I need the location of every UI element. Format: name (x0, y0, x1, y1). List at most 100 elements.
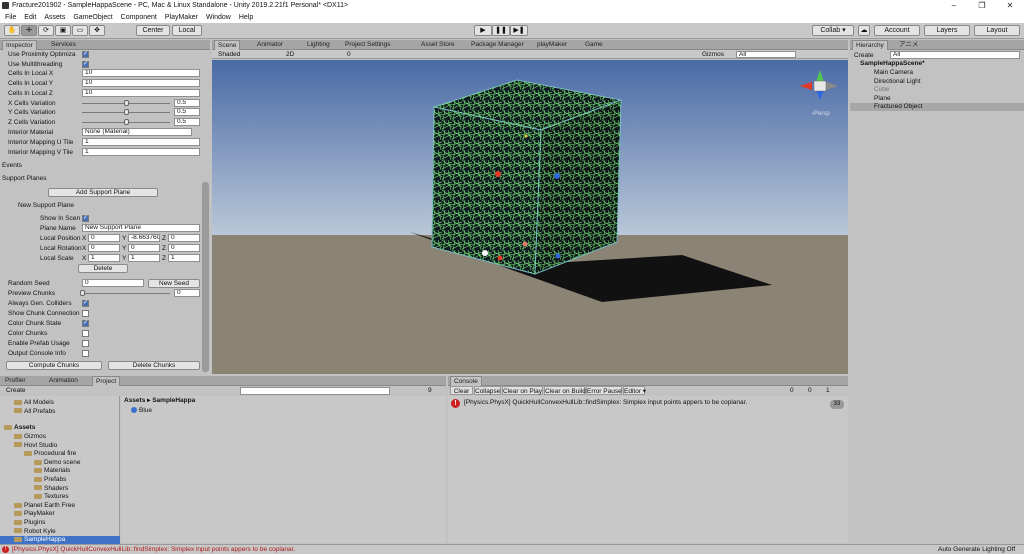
console-error-count[interactable]: 1 (826, 386, 830, 395)
tab-lighting[interactable]: Lighting (304, 40, 333, 50)
folder-item[interactable]: Materials (0, 467, 120, 475)
scene-search-input[interactable]: All (736, 51, 796, 58)
console-error-pause-button[interactable]: Error Pause (586, 386, 622, 395)
tab-scene[interactable]: Scene (214, 40, 241, 50)
local-scale-z-field[interactable]: 1 (168, 254, 200, 262)
layout-dropdown[interactable]: Layout (974, 25, 1020, 36)
tab-console[interactable]: Console (450, 376, 482, 386)
folder-item[interactable]: Procedural fire (0, 450, 120, 458)
folder-item[interactable]: PlayMaker (0, 510, 120, 518)
transform-tool-icon[interactable]: ✥ (89, 25, 105, 36)
folder-item[interactable]: Shaders (0, 485, 120, 493)
tab-animator[interactable]: Animator (254, 40, 286, 50)
tab-package-manager[interactable]: Package Manager (468, 40, 527, 50)
persp-label[interactable]: ‹Persp (812, 111, 830, 117)
folder-item[interactable]: SampleHappa (0, 536, 120, 545)
console-warning-count[interactable]: 0 (808, 386, 812, 395)
breadcrumb-current[interactable]: SampleHappa (152, 397, 195, 404)
console-message[interactable]: [Physics.PhysX] QuickHullConvexHullLib::… (464, 398, 747, 407)
support-planes-foldout[interactable]: Support Planes (2, 174, 46, 183)
compute-chunks-button[interactable]: Compute Chunks (6, 361, 102, 370)
move-tool-icon[interactable]: ✛ (21, 25, 37, 36)
assets-root[interactable]: Assets (4, 424, 35, 432)
interior-material-field[interactable]: None (Material) (82, 128, 192, 136)
toggle-checkbox[interactable]: ✓ (82, 51, 89, 58)
toggle-checkbox[interactable]: ✓ (82, 60, 89, 68)
pivot-local-button[interactable]: Local (172, 25, 202, 36)
project-create-button[interactable]: Create (6, 386, 26, 395)
local-position-x-field[interactable]: 0 (88, 234, 120, 242)
toggle-checkbox[interactable] (82, 330, 89, 337)
tab-animation[interactable]: Animation (46, 376, 81, 386)
events-foldout[interactable]: Events (2, 161, 22, 170)
slider-knob[interactable] (124, 118, 129, 125)
shading-mode-dropdown[interactable]: Shaded (218, 50, 240, 59)
console-editor-button[interactable]: Editor ▾ (623, 386, 646, 395)
close-button[interactable]: ✕ (996, 0, 1024, 12)
folder-item[interactable]: Robot Kyle (0, 528, 120, 536)
status-message[interactable]: [Physics.PhysX] QuickHullConvexHullLib::… (12, 545, 295, 554)
number-field[interactable]: 10 (82, 69, 200, 78)
menu-help[interactable]: Help (239, 12, 253, 23)
console-clear-button[interactable]: Clear (450, 386, 473, 395)
2d-toggle[interactable]: 2D (286, 50, 294, 59)
mapping-v-field[interactable]: 1 (82, 148, 200, 156)
tab-animation-jp[interactable]: アニメ (896, 40, 921, 50)
menu-playmaker[interactable]: PlayMaker (165, 12, 198, 23)
toggle-checkbox[interactable] (82, 350, 89, 357)
new-seed-button[interactable]: New Seed (148, 279, 200, 288)
console-clear-on-build-button[interactable]: Clear on Build (544, 386, 586, 395)
menu-gameobject[interactable]: GameObject (73, 12, 112, 23)
folder-item[interactable]: Gizmos (0, 433, 120, 441)
console-info-count[interactable]: 0 (790, 386, 794, 395)
hierarchy-item[interactable]: Plane (850, 95, 1024, 103)
random-seed-field[interactable]: 0 (82, 279, 144, 287)
preview-slider-knob[interactable] (80, 290, 85, 296)
toggle-checkbox[interactable]: ✓ (82, 320, 89, 327)
mapping-u-field[interactable]: 1 (82, 138, 200, 146)
favorite-item[interactable]: All Prefabs (14, 408, 55, 416)
account-dropdown[interactable]: Account (874, 25, 920, 36)
menu-edit[interactable]: Edit (24, 12, 36, 23)
folder-item[interactable]: Plugins (0, 519, 120, 527)
menu-file[interactable]: File (5, 12, 16, 23)
number-field[interactable]: 10 (82, 88, 200, 97)
scale-tool-icon[interactable]: ▣ (55, 25, 71, 36)
rect-tool-icon[interactable]: ▭ (72, 25, 88, 36)
slider-value-field[interactable]: 0.5 (174, 108, 200, 117)
local-position-y-field[interactable]: -8.663760 (128, 234, 160, 242)
toggle-checkbox[interactable] (82, 340, 89, 347)
folder-item[interactable]: Demo scene (0, 459, 120, 467)
folder-item[interactable]: Hovl Studio (0, 442, 120, 450)
slider-knob[interactable] (124, 109, 129, 116)
tab-profiler[interactable]: Profiler (2, 376, 29, 386)
scene-viewport[interactable]: ‹Persp (212, 60, 848, 374)
preview-chunks-field[interactable]: 0 (174, 289, 200, 297)
add-support-plane-button[interactable]: Add Support Plane (48, 188, 158, 197)
tab-playmaker[interactable]: playMaker (534, 40, 570, 50)
menu-window[interactable]: Window (206, 12, 231, 23)
hierarchy-search-input[interactable]: All (890, 51, 1020, 59)
maximize-button[interactable]: ❐ (968, 0, 996, 12)
tab-game[interactable]: Game (582, 40, 606, 50)
menu-assets[interactable]: Assets (44, 12, 65, 23)
menu-component[interactable]: Component (121, 12, 157, 23)
slider-value-field[interactable]: 0.5 (174, 117, 200, 126)
minimize-button[interactable]: – (940, 0, 968, 12)
hierarchy-create-button[interactable]: Create (854, 51, 874, 60)
tab-services[interactable]: Services (48, 40, 79, 50)
cloud-icon[interactable]: ☁ (858, 25, 870, 36)
folder-item[interactable]: Planet Earth Free (0, 502, 120, 510)
slider-knob[interactable] (124, 99, 129, 106)
number-field[interactable]: 10 (82, 79, 200, 88)
delete-chunks-button[interactable]: Delete Chunks (108, 361, 200, 370)
local-rotation-y-field[interactable]: 0 (128, 244, 160, 252)
folder-item[interactable]: Textures (0, 493, 120, 501)
hierarchy-item[interactable]: Fractured Object (850, 103, 1024, 111)
delete-plane-button[interactable]: Delete (78, 264, 128, 273)
new-support-plane-foldout[interactable]: New Support Plane (18, 201, 74, 210)
local-rotation-z-field[interactable]: 0 (168, 244, 200, 252)
console-clear-on-play-button[interactable]: Clear on Play (502, 386, 543, 395)
play-button[interactable]: ▶ (474, 25, 492, 36)
toggle-checkbox[interactable]: ✓ (82, 300, 89, 307)
